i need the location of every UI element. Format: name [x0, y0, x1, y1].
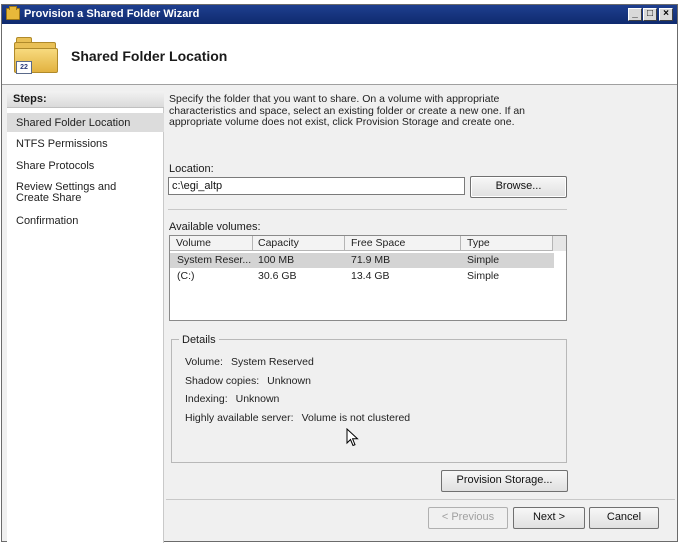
next-button[interactable]: Next >	[513, 507, 585, 529]
minimize-button[interactable]: _	[628, 8, 642, 21]
maximize-button[interactable]: □	[643, 8, 657, 21]
location-label: Location:	[169, 163, 214, 175]
column-header-free-space[interactable]: Free Space	[351, 237, 405, 251]
steps-title: Steps:	[7, 91, 164, 108]
close-button[interactable]: ×	[659, 8, 673, 21]
volumes-table-header: Volume Capacity Free Space Type	[170, 236, 566, 251]
previous-button[interactable]: < Previous	[428, 507, 508, 529]
step-confirmation[interactable]: Confirmation	[7, 215, 164, 227]
step-share-protocols[interactable]: Share Protocols	[7, 160, 164, 172]
page-title: Shared Folder Location	[71, 48, 228, 64]
detail-highly-available: Highly available server: Volume is not cl…	[185, 412, 411, 424]
browse-button[interactable]: Browse...	[470, 176, 567, 198]
detail-volume: Volume: System Reserved	[185, 356, 314, 368]
details-title: Details	[179, 334, 219, 346]
location-input[interactable]	[168, 177, 465, 195]
detail-shadow-copies: Shadow copies: Unknown	[185, 375, 311, 387]
cancel-button[interactable]: Cancel	[589, 507, 659, 529]
scrollbar[interactable]	[552, 236, 566, 251]
provision-storage-button[interactable]: Provision Storage...	[441, 470, 568, 492]
column-header-volume[interactable]: Volume	[176, 237, 211, 251]
detail-indexing: Indexing: Unknown	[185, 393, 280, 405]
step-review-settings[interactable]: Review Settings and Create Share	[7, 182, 147, 204]
folder-icon: 22	[14, 37, 58, 74]
wizard-header: 22 Shared Folder Location	[2, 24, 677, 85]
steps-panel: Steps: Shared Folder Location NTFS Permi…	[7, 91, 164, 543]
intro-text: Specify the folder that you want to shar…	[169, 93, 526, 128]
divider	[166, 499, 675, 500]
folder-app-icon	[6, 6, 20, 20]
badge-label: 22	[16, 61, 32, 74]
step-ntfs-permissions[interactable]: NTFS Permissions	[7, 138, 164, 150]
window-title: Provision a Shared Folder Wizard	[24, 8, 200, 20]
step-shared-folder-location[interactable]: Shared Folder Location	[7, 113, 164, 132]
mouse-cursor-icon	[346, 428, 359, 447]
table-row[interactable]: (C:) 30.6 GB 13.4 GB Simple	[170, 269, 554, 284]
table-row[interactable]: System Reser... 100 MB 71.9 MB Simple	[170, 253, 554, 268]
column-header-capacity[interactable]: Capacity	[258, 237, 299, 251]
volumes-table[interactable]: Volume Capacity Free Space Type System R…	[169, 235, 567, 321]
divider	[168, 209, 567, 210]
volumes-label: Available volumes:	[169, 221, 261, 233]
title-bar[interactable]: Provision a Shared Folder Wizard _ □ ×	[2, 5, 677, 24]
column-header-type[interactable]: Type	[467, 237, 490, 251]
